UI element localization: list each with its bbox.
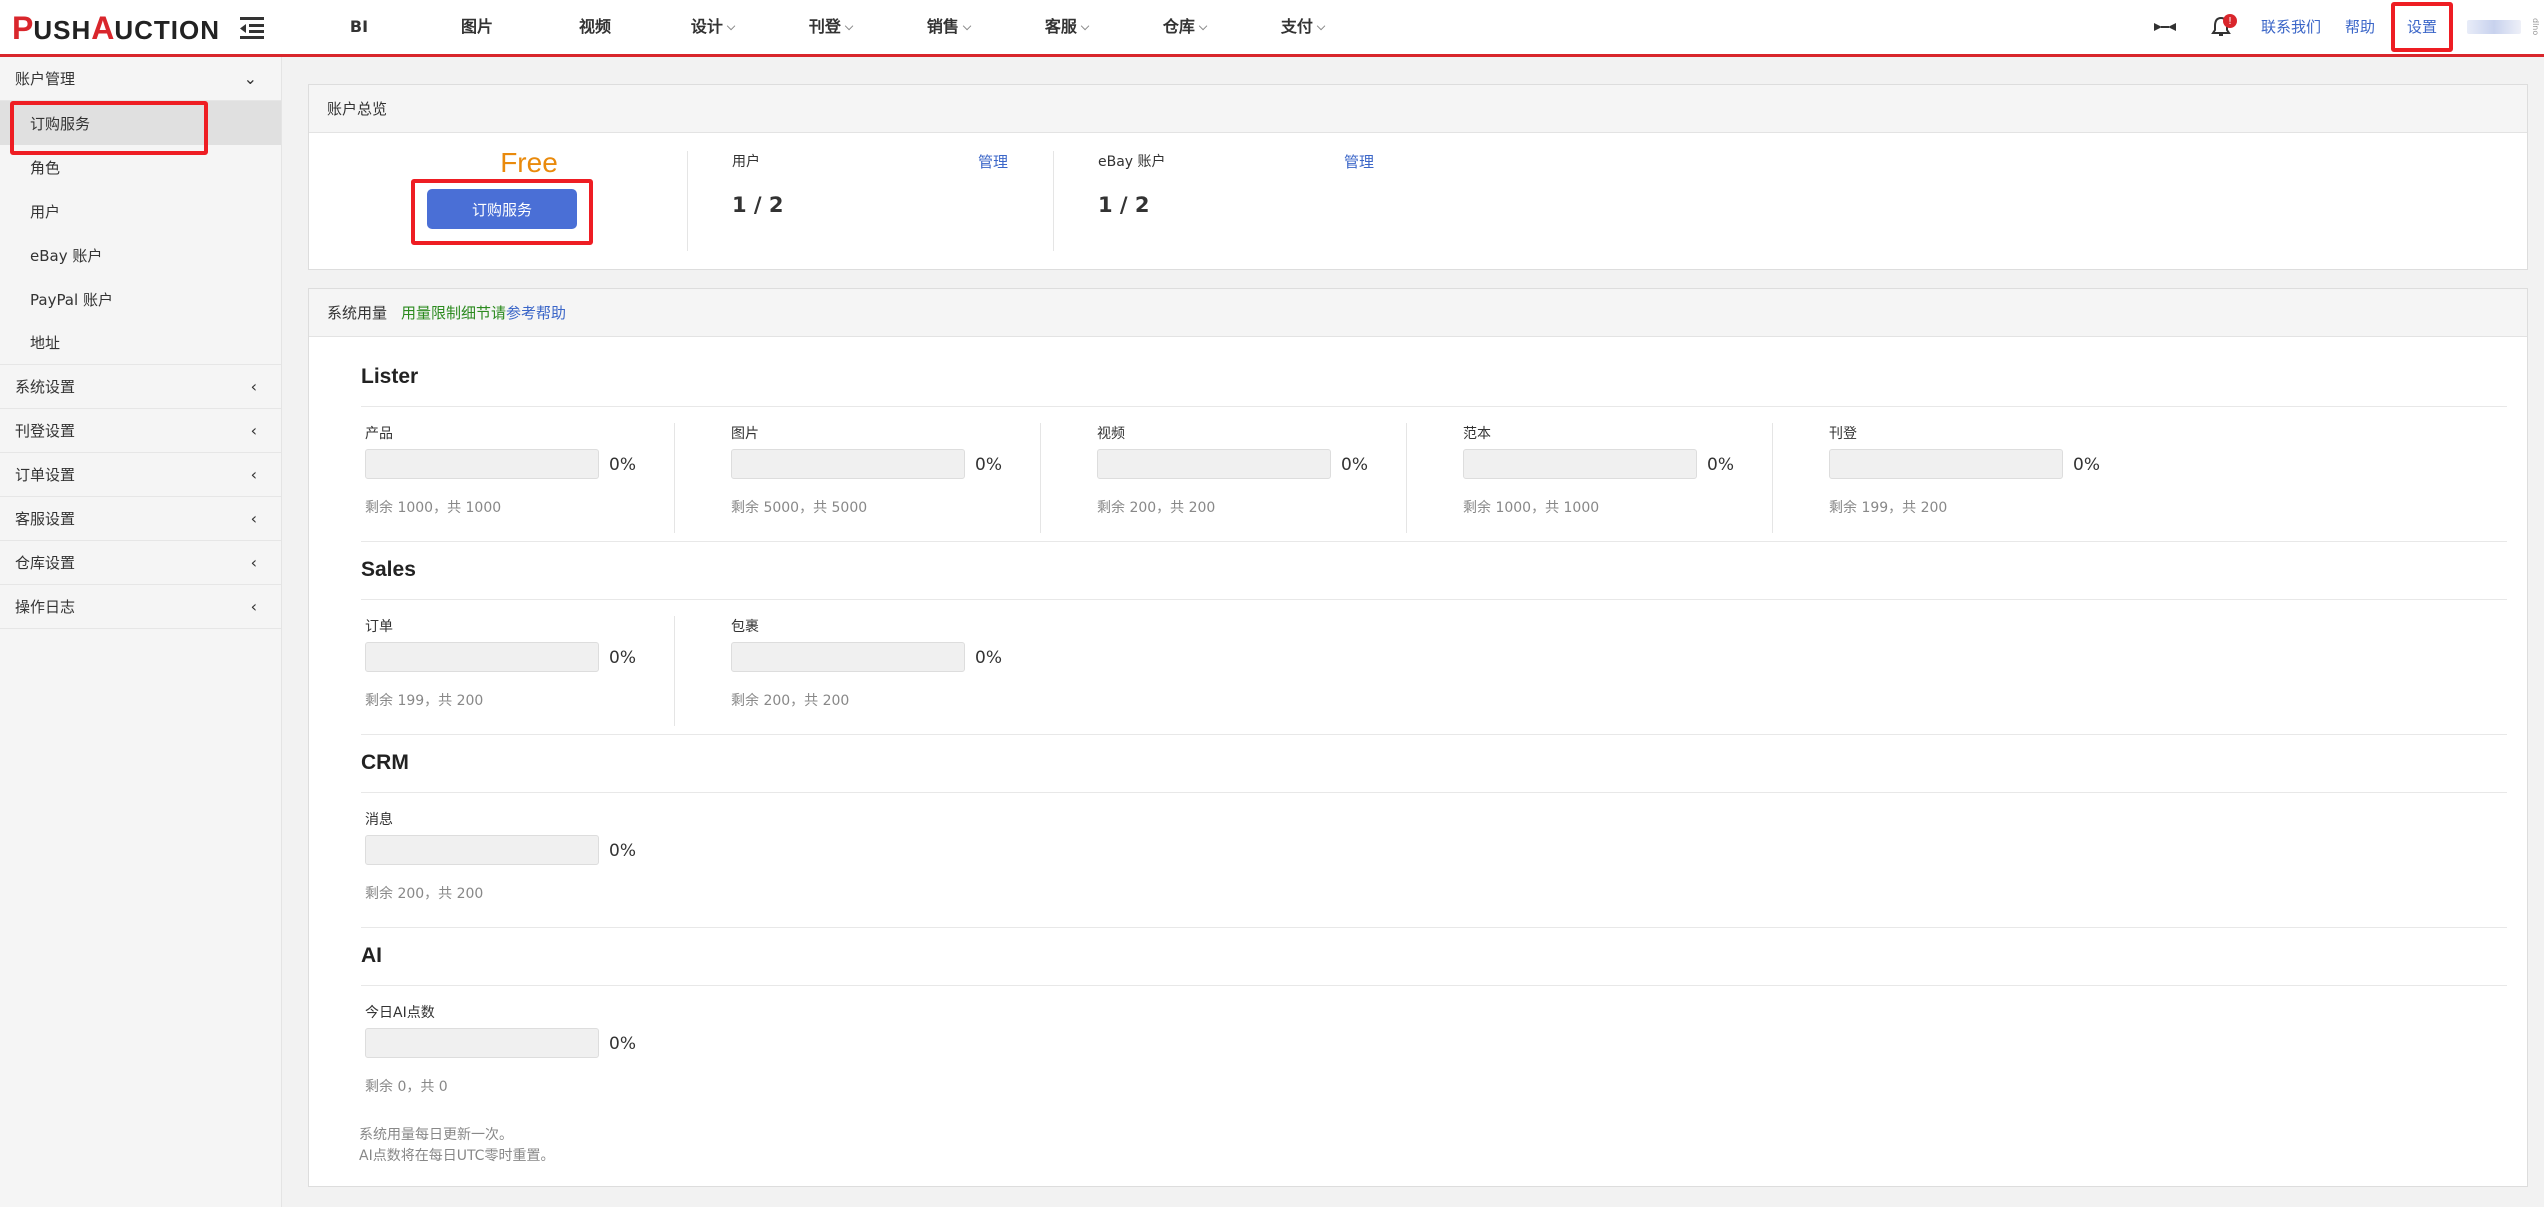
usage-limit-detail: 用量限制细节请 <box>401 304 507 322</box>
section-divider <box>361 541 2507 542</box>
account-overview-body: Free 订购服务 用户 管理 1 / 2 eBay 账户 管理 1 / 2 <box>309 133 2527 268</box>
account-overview-panel: 账户总览 Free 订购服务 用户 管理 1 / 2 eBay 账户 管理 1 … <box>308 84 2528 270</box>
chevron-left-icon: ‹ <box>250 421 257 440</box>
metric-products: 产品 0% 剩余 1000，共 1000 <box>309 423 675 533</box>
metric-templates: 范本 0% 剩余 1000，共 1000 <box>1407 423 1773 533</box>
help-link[interactable]: 帮助 <box>2333 0 2387 54</box>
pushauction-logo[interactable]: P USH A UCTION <box>12 10 220 46</box>
nav-listing[interactable]: 刊登 ⌵ <box>772 0 890 54</box>
section-title-sales: Sales <box>361 558 416 581</box>
chevron-down-icon: ⌵ <box>1198 20 1208 33</box>
usage-progress-bar <box>365 835 599 865</box>
nav-video[interactable]: 视频 <box>536 0 654 54</box>
users-manage-link[interactable]: 管理 <box>978 151 1008 172</box>
chevron-left-icon: ‹ <box>250 465 257 484</box>
collapse-arrows-icon[interactable] <box>2137 0 2193 54</box>
ebay-summary: eBay 账户 管理 1 / 2 <box>1053 151 1419 251</box>
chevron-down-icon: ⌵ <box>962 20 972 33</box>
right-nav: ! 联系我们 帮助 设置 dlno <box>2137 0 2544 54</box>
usage-progress-bar <box>365 1028 599 1058</box>
chevron-down-icon: ⌵ <box>1080 20 1090 33</box>
metric-packages: 包裹 0% 剩余 200，共 200 <box>731 619 1002 709</box>
section-title-crm: CRM <box>361 751 409 774</box>
usage-help-link[interactable]: 参考帮助 <box>506 302 566 323</box>
system-usage-header: 系统用量 用量限制细节请 参考帮助 <box>309 289 2527 337</box>
nav-images[interactable]: 图片 <box>418 0 536 54</box>
metric-orders: 订单 0% 剩余 199，共 200 <box>309 616 675 726</box>
sidebar-item-roles[interactable]: 角色 <box>0 145 281 189</box>
nav-payment[interactable]: 支付 ⌵ <box>1244 0 1362 54</box>
section-divider <box>361 792 2507 793</box>
settings-link[interactable]: 设置 <box>2390 2 2453 52</box>
usage-progress-bar <box>365 449 599 479</box>
sidebar: 账户管理 ⌄ 订购服务 角色 用户 eBay 账户 PayPal 账户 地址 系统… <box>0 57 282 1207</box>
user-avatar[interactable] <box>2467 20 2521 34</box>
ebay-count: 1 / 2 <box>1098 193 1150 217</box>
subscribe-button[interactable]: 订购服务 <box>427 189 577 229</box>
chevron-down-icon: ⌄ <box>243 69 257 88</box>
main-nav: BI 图片 视频 设计 ⌵ 刊登 ⌵ 销售 ⌵ 客服 ⌵ 仓库 ⌵ 支付 ⌵ <box>300 0 1362 54</box>
nav-design[interactable]: 设计 ⌵ <box>654 0 772 54</box>
sidebar-item-users[interactable]: 用户 <box>0 189 281 233</box>
section-divider <box>361 599 2507 600</box>
sidebar-item-subscription[interactable]: 订购服务 <box>0 101 281 155</box>
bell-icon[interactable]: ! <box>2193 0 2249 54</box>
menu-toggle-icon[interactable] <box>238 15 266 41</box>
metric-videos: 视频 0% 剩余 200，共 200 <box>1041 423 1407 533</box>
usage-progress-bar <box>1463 449 1697 479</box>
notification-badge: ! <box>2222 14 2237 28</box>
section-divider <box>361 734 2507 735</box>
users-summary: 用户 管理 1 / 2 <box>687 151 1053 251</box>
plan-name: Free <box>500 147 558 178</box>
metric-ai-points: 今日AI点数 0% 剩余 0，共 0 <box>365 1005 636 1095</box>
chevron-down-icon: ⌵ <box>726 20 736 33</box>
section-divider <box>361 985 2507 986</box>
usage-notes: 系统用量每日更新一次。 AI点数将在每日UTC零时重置。 <box>359 1127 555 1164</box>
section-title-ai: AI <box>361 944 382 967</box>
chevron-left-icon: ‹ <box>250 377 257 396</box>
section-title-lister: Lister <box>361 365 419 388</box>
users-count: 1 / 2 <box>732 193 784 217</box>
sidebar-group-warehouse-settings[interactable]: 仓库设置 ‹ <box>0 541 281 585</box>
metric-images: 图片 0% 剩余 5000，共 5000 <box>675 423 1041 533</box>
sidebar-group-listing-settings[interactable]: 刊登设置 ‹ <box>0 409 281 453</box>
chevron-down-icon: ⌵ <box>844 20 854 33</box>
chevron-left-icon: ‹ <box>250 553 257 572</box>
sidebar-item-ebay-accounts[interactable]: eBay 账户 <box>0 233 281 277</box>
nav-warehouse[interactable]: 仓库 ⌵ <box>1126 0 1244 54</box>
system-usage-panel: 系统用量 用量限制细节请 参考帮助 Lister 产品 0% 剩余 1000，共 … <box>308 288 2528 1187</box>
contact-us-link[interactable]: 联系我们 <box>2249 0 2333 54</box>
metric-listings: 刊登 0% 剩余 199，共 200 <box>1829 426 2100 516</box>
sidebar-item-paypal-accounts[interactable]: PayPal 账户 <box>0 277 281 321</box>
section-divider <box>361 406 2507 407</box>
sidebar-item-address[interactable]: 地址 <box>0 321 281 365</box>
usage-progress-bar <box>731 642 965 672</box>
chevron-left-icon: ‹ <box>250 509 257 528</box>
sidebar-group-cs-settings[interactable]: 客服设置 ‹ <box>0 497 281 541</box>
sidebar-group-system-settings[interactable]: 系统设置 ‹ <box>0 365 281 409</box>
sidebar-group-account[interactable]: 账户管理 ⌄ <box>0 57 281 101</box>
corner-text: dlno <box>2531 18 2540 36</box>
sidebar-group-operation-log[interactable]: 操作日志 ‹ <box>0 585 281 629</box>
nav-sales[interactable]: 销售 ⌵ <box>890 0 1008 54</box>
usage-progress-bar <box>1097 449 1331 479</box>
nav-bi[interactable]: BI <box>300 0 418 54</box>
usage-progress-bar <box>1829 449 2063 479</box>
top-header: P USH A UCTION BI 图片 视频 设计 ⌵ 刊登 ⌵ 销售 ⌵ 客服 ⌵ 仓库 ⌵… <box>0 0 2544 57</box>
ebay-manage-link[interactable]: 管理 <box>1344 151 1374 172</box>
sidebar-group-order-settings[interactable]: 订单设置 ‹ <box>0 453 281 497</box>
metric-messages: 消息 0% 剩余 200，共 200 <box>365 812 636 902</box>
usage-progress-bar <box>365 642 599 672</box>
account-overview-header: 账户总览 <box>309 85 2527 133</box>
usage-progress-bar <box>731 449 965 479</box>
nav-customer-service[interactable]: 客服 ⌵ <box>1008 0 1126 54</box>
chevron-left-icon: ‹ <box>250 597 257 616</box>
chevron-down-icon: ⌵ <box>1316 20 1326 33</box>
section-divider <box>361 927 2507 928</box>
